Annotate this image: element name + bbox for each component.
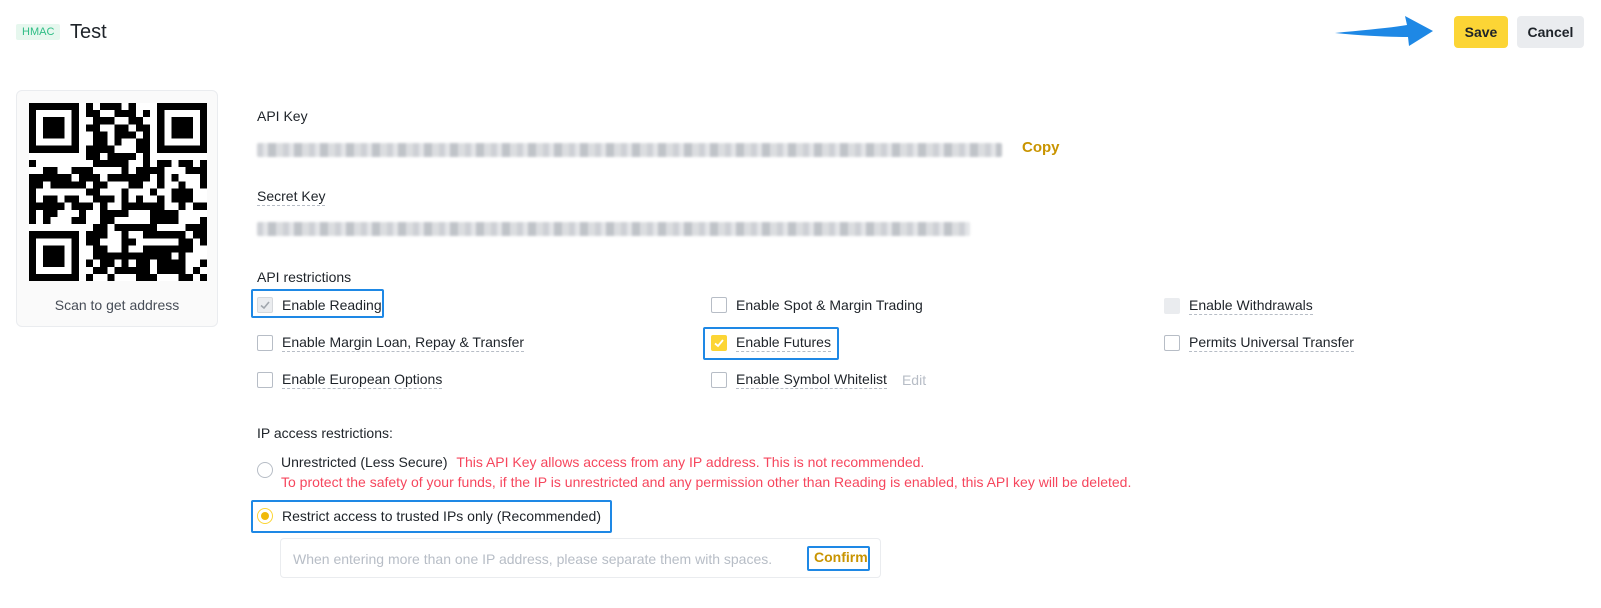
checkbox[interactable] — [1164, 335, 1180, 351]
option-enable-spot-margin-trading[interactable]: Enable Spot & Margin Trading — [711, 297, 923, 313]
option-label: Enable Symbol Whitelist — [736, 371, 887, 389]
qr-caption: Scan to get address — [54, 297, 180, 313]
copy-api-key-button[interactable]: Copy — [1022, 139, 1060, 156]
confirm-ip-button[interactable]: Confirm — [814, 549, 868, 565]
check-icon — [260, 301, 270, 310]
hmac-badge: HMAC — [16, 24, 61, 40]
ip-restrictions-label: IP access restrictions: — [257, 425, 393, 441]
checkbox[interactable] — [711, 335, 727, 351]
unrestricted-warning-detail: To protect the safety of your funds, if … — [281, 474, 1132, 490]
checkbox[interactable] — [257, 297, 273, 313]
api-restrictions-label: API restrictions — [257, 269, 352, 285]
edit-whitelist-link[interactable]: Edit — [902, 372, 926, 388]
option-enable-withdrawals[interactable]: Enable Withdrawals — [1164, 297, 1313, 315]
radio-label: Unrestricted (Less Secure) — [281, 454, 448, 470]
option-label: Enable European Options — [282, 371, 443, 389]
api-key-label: API Key — [257, 108, 308, 124]
page-title: Test — [70, 21, 107, 43]
option-enable-margin-loan[interactable]: Enable Margin Loan, Repay & Transfer — [257, 334, 525, 352]
save-button[interactable]: Save — [1454, 16, 1508, 48]
option-enable-symbol-whitelist[interactable]: Enable Symbol Whitelist Edit — [711, 371, 926, 389]
option-label: Enable Margin Loan, Repay & Transfer — [282, 334, 525, 352]
option-enable-european-options[interactable]: Enable European Options — [257, 371, 443, 389]
option-permits-universal-transfer[interactable]: Permits Universal Transfer — [1164, 334, 1354, 352]
checkbox[interactable] — [711, 372, 727, 388]
option-label: Permits Universal Transfer — [1189, 334, 1354, 352]
option-label: Enable Spot & Margin Trading — [736, 297, 923, 313]
checkbox[interactable] — [711, 297, 727, 313]
ip-input-box: Confirm — [280, 538, 881, 578]
option-enable-reading[interactable]: Enable Reading — [257, 297, 382, 313]
ip-address-input[interactable] — [291, 548, 791, 570]
arrow-pointer-icon — [1335, 16, 1433, 46]
secret-key-value — [257, 222, 970, 236]
api-key-value — [257, 143, 1002, 157]
option-label: Enable Reading — [282, 297, 382, 313]
option-enable-futures[interactable]: Enable Futures — [711, 334, 831, 352]
checkbox[interactable] — [257, 372, 273, 388]
option-label: Enable Withdrawals — [1189, 297, 1313, 315]
radio-restricted[interactable]: Restrict access to trusted IPs only (Rec… — [257, 508, 601, 524]
radio-button[interactable] — [257, 508, 273, 524]
option-label: Enable Futures — [736, 334, 831, 352]
checkbox[interactable] — [257, 335, 273, 351]
check-icon — [714, 339, 724, 348]
cancel-button[interactable]: Cancel — [1517, 16, 1584, 48]
qr-card: Scan to get address — [16, 90, 218, 327]
radio-button[interactable] — [257, 462, 273, 478]
checkbox[interactable] — [1164, 298, 1180, 314]
unrestricted-warning: This API Key allows access from any IP a… — [456, 454, 925, 470]
qr-code — [29, 103, 207, 281]
radio-label: Restrict access to trusted IPs only (Rec… — [282, 508, 602, 524]
secret-key-label: Secret Key — [257, 188, 326, 206]
